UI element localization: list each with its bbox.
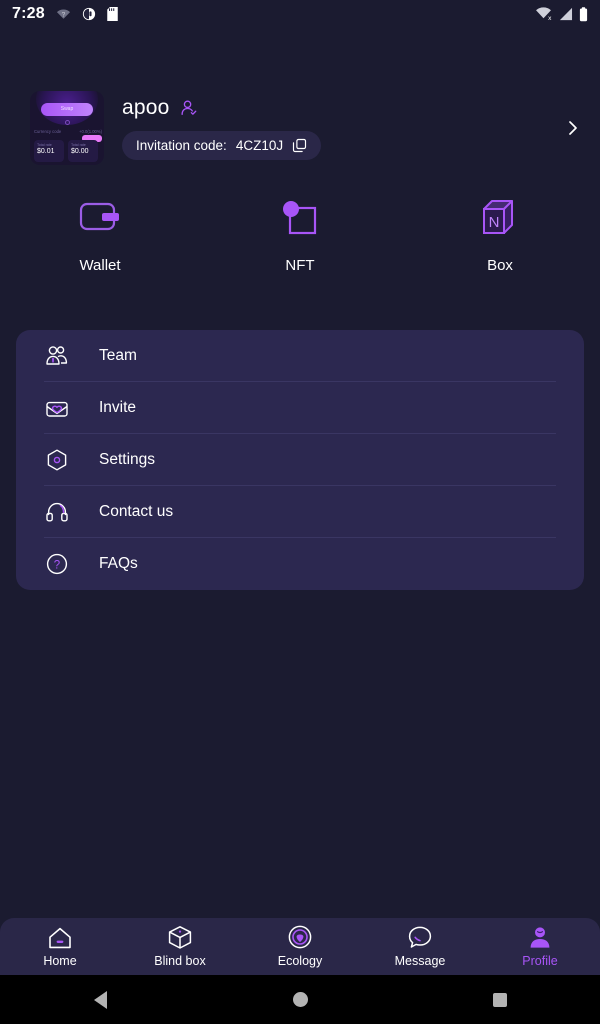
status-bar-left: 7:28 ?: [12, 5, 118, 23]
wifi-off-icon: ?: [56, 8, 70, 19]
avatar-card-left-label: Total rate: [37, 143, 52, 147]
sd-card-icon: [107, 7, 118, 21]
settings-hexagon-icon: [44, 448, 70, 472]
quick-action-box-label: Box: [487, 257, 513, 274]
avatar-rate-left-label: Currency code: [34, 129, 62, 134]
android-back-button[interactable]: [70, 975, 130, 1024]
avatar-rate-row: Currency code +0.0(1.00%): [34, 129, 102, 134]
invitation-code-pill[interactable]: Invitation code: 4CZ10J: [122, 131, 322, 160]
menu-item-invite-label: Invite: [99, 398, 137, 416]
home-circle-icon: [292, 992, 308, 1007]
question-circle-icon: ?: [44, 552, 70, 576]
quick-action-wallet[interactable]: Wallet: [0, 195, 200, 274]
battery-icon: [579, 6, 588, 21]
avatar-swap-arrow-icon: [65, 120, 70, 125]
app-screen: 7:28 ? x Swap Currency code +0.0(1.00%) …: [0, 0, 600, 1024]
android-home-button[interactable]: [270, 975, 330, 1024]
menu-item-team[interactable]: Team: [44, 330, 556, 382]
profile-header[interactable]: Swap Currency code +0.0(1.00%) Total rat…: [0, 86, 600, 170]
quick-action-nft[interactable]: NFT: [200, 195, 400, 274]
bottom-navigation: Home Blind box Ecology Message Profile: [0, 918, 600, 975]
svg-text:?: ?: [62, 11, 66, 18]
quick-action-box[interactable]: N Box: [400, 195, 600, 274]
android-navigation-bar: [0, 975, 600, 1024]
svg-text:N: N: [489, 214, 500, 231]
avatar-card-right-label: Total rate: [71, 143, 86, 147]
verified-user-icon: [181, 100, 196, 115]
menu-item-faqs[interactable]: ? FAQs: [44, 538, 556, 590]
profile-person-icon: [527, 926, 553, 950]
nav-item-profile-label: Profile: [522, 953, 558, 968]
nav-item-ecology-label: Ecology: [277, 953, 323, 968]
profile-info: apoo Invitation code: 4CZ10J: [122, 96, 564, 160]
status-bar-clock: 7:28: [12, 5, 45, 22]
nav-item-profile[interactable]: Profile: [480, 926, 600, 968]
nav-item-message[interactable]: Message: [360, 926, 480, 968]
avatar-card-right: Total rate $0.00: [68, 140, 98, 162]
cellular-signal-icon: [559, 7, 573, 21]
avatar-rate-right-label: +0.0(1.00%): [79, 129, 102, 134]
menu-item-contact-us-label: Contact us: [99, 502, 174, 520]
avatar-card-left-value: $0.01: [37, 148, 55, 155]
avatar[interactable]: Swap Currency code +0.0(1.00%) Total rat…: [30, 91, 104, 165]
avatar-swap-button: Swap: [41, 103, 93, 116]
menu-item-contact-us[interactable]: Contact us: [44, 486, 556, 538]
username: apoo: [122, 96, 170, 119]
quick-action-nft-label: NFT: [285, 257, 315, 274]
recents-square-icon: [493, 992, 507, 1007]
home-icon: [47, 926, 73, 950]
avatar-card-left: Total rate $0.01: [34, 140, 64, 162]
avatar-card-right-value: $0.00: [71, 148, 89, 155]
status-bar-right: x: [535, 6, 588, 22]
box-n-icon: N: [480, 195, 520, 241]
invite-envelope-icon: [44, 398, 70, 418]
nav-item-blind-box-label: Blind box: [154, 953, 206, 968]
svg-text:?: ?: [54, 560, 60, 572]
invitation-code-label: Invitation code:: [136, 138, 227, 153]
profile-detail-chevron-right-icon[interactable]: [564, 119, 582, 137]
menu-item-settings-label: Settings: [99, 450, 156, 468]
android-recents-button[interactable]: [470, 975, 530, 1024]
quick-action-wallet-label: Wallet: [79, 257, 121, 274]
nft-icon: [280, 195, 320, 241]
nav-item-ecology[interactable]: Ecology: [240, 925, 360, 968]
menu-card: Team Invite Settings Contact us ? FAQs: [16, 330, 584, 590]
wallet-icon: [78, 195, 122, 241]
copy-icon[interactable]: [292, 138, 307, 153]
ecology-icon: [287, 925, 313, 950]
profile-name-row: apoo: [122, 96, 564, 120]
blind-box-icon: [167, 925, 193, 950]
message-bubble-icon: [407, 926, 433, 950]
svg-text:x: x: [548, 15, 552, 21]
quick-actions: Wallet NFT N Box: [0, 195, 600, 274]
menu-item-settings[interactable]: Settings: [44, 434, 556, 486]
menu-item-invite[interactable]: Invite: [44, 382, 556, 434]
invitation-code-value: 4CZ10J: [235, 138, 284, 153]
menu-item-team-label: Team: [99, 346, 137, 364]
vpn-key-icon: [82, 7, 95, 21]
status-bar: 7:28 ? x: [0, 0, 600, 28]
nav-item-home[interactable]: Home: [0, 926, 120, 968]
team-icon: [44, 345, 70, 367]
nav-item-blind-box[interactable]: Blind box: [120, 925, 240, 968]
wifi-slash-icon: x: [536, 7, 552, 21]
headset-icon: [44, 501, 70, 523]
nav-item-message-label: Message: [394, 953, 446, 968]
menu-item-faqs-label: FAQs: [99, 555, 138, 572]
back-triangle-icon: [93, 990, 107, 1009]
nav-item-home-label: Home: [43, 953, 77, 968]
